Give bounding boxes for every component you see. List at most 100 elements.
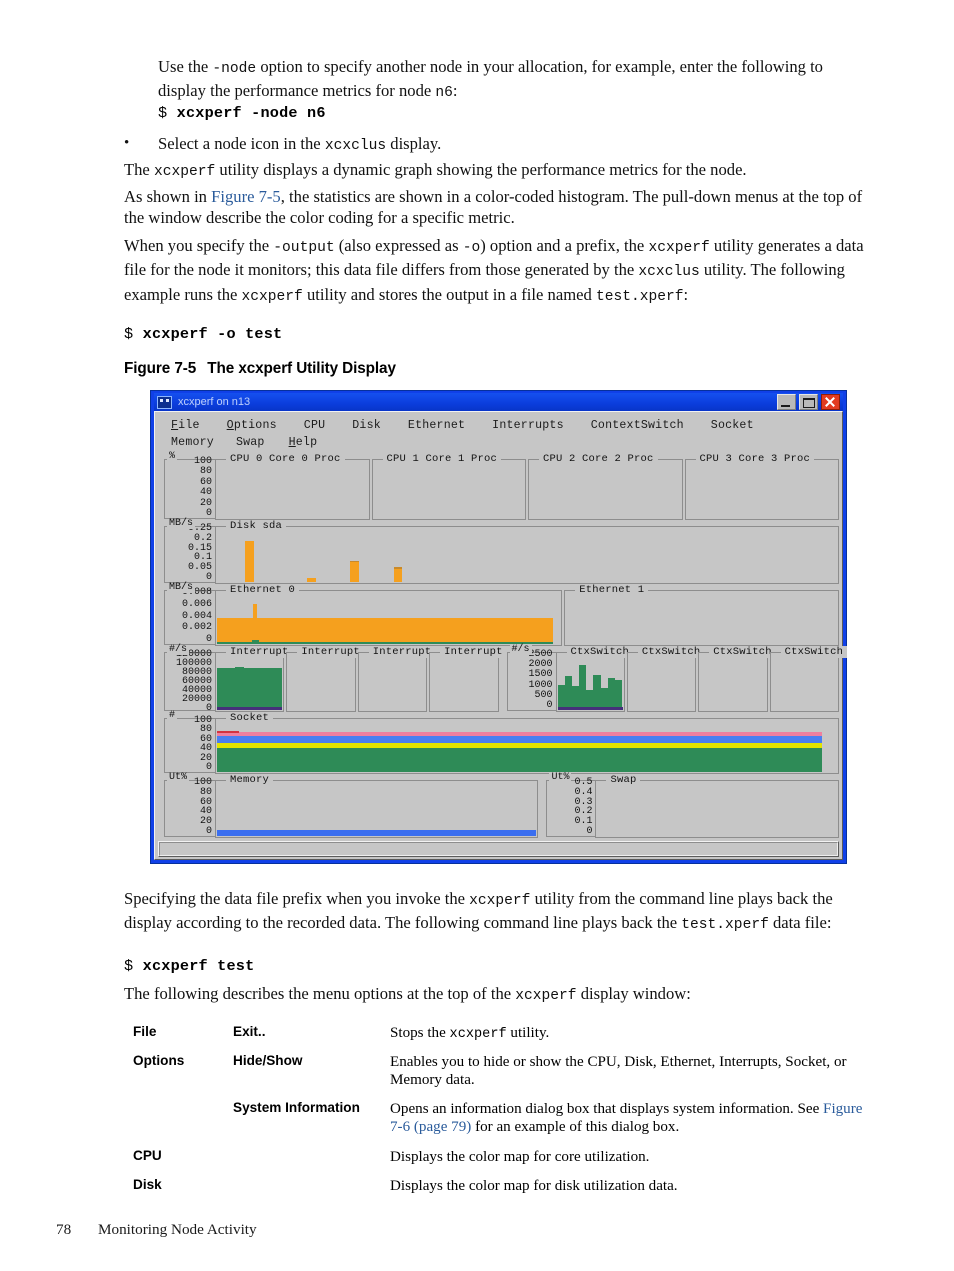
interrupt-2-title: Interrupt bbox=[368, 646, 436, 658]
menu-item-contextswitch[interactable]: ContextSwitch bbox=[591, 419, 684, 432]
cpu-core-1-panel: CPU 1 Core 1 Proc bbox=[371, 453, 526, 520]
window-client-area: File Options CPU Disk Ethernet Interrupt… bbox=[154, 411, 848, 860]
text-fragment: utility displays a dynamic graph showing… bbox=[215, 160, 747, 179]
text-fragment: : bbox=[683, 284, 689, 304]
socket-plot bbox=[217, 725, 837, 772]
ethernet-axis-label: MB/s bbox=[167, 582, 196, 593]
text-fragment: utility. bbox=[506, 1025, 550, 1041]
memory-plot bbox=[217, 787, 537, 836]
socket-axis-ticks: 100 80 60 40 20 0 bbox=[193, 715, 212, 773]
memory-axis-ticks: 100 80 60 40 20 0 bbox=[193, 777, 212, 837]
figure-cross-reference-link[interactable]: Figure 7-5 bbox=[211, 187, 281, 206]
command-text: xcxperf test bbox=[142, 957, 255, 975]
shell-prompt: $ bbox=[124, 957, 134, 975]
paragraph-node-option: Use the -node option to specify another … bbox=[158, 56, 858, 105]
text-fragment: Specifying the data file prefix when you… bbox=[124, 889, 470, 908]
menu-item-disk[interactable]: Disk bbox=[352, 419, 381, 432]
status-bar bbox=[158, 841, 839, 857]
minimize-button[interactable] bbox=[777, 394, 796, 410]
text-fragment: display. bbox=[386, 134, 442, 153]
maximize-button[interactable] bbox=[799, 394, 818, 410]
menu-item-ethernet[interactable]: Ethernet bbox=[408, 419, 465, 432]
paragraph-histogram: As shown in Figure 7-5, the statistics a… bbox=[124, 186, 876, 229]
text-fragment: option to specify another node in your a… bbox=[158, 57, 823, 101]
disk-sda-panel: Disk sda bbox=[215, 520, 839, 584]
ethernet-1-panel: Ethernet 1 bbox=[564, 584, 839, 646]
contextswitch-panel-0: CtxSwitch bbox=[555, 646, 634, 712]
interrupts-axis: #/s 120000 100000 80000 60000 40000 20000 0 bbox=[158, 644, 215, 714]
window-controls bbox=[777, 394, 842, 410]
menu-item-memory[interactable]: Memory bbox=[171, 436, 214, 449]
paragraph-dynamic-graph: The xcxperf utility displays a dynamic g… bbox=[124, 159, 876, 183]
menu-item-file[interactable]: File bbox=[171, 419, 200, 432]
text-fragment: Select a node icon in the bbox=[158, 134, 325, 153]
ethernet-0-panel: Ethernet 0 bbox=[215, 584, 563, 646]
contextswitch-0-plot bbox=[557, 659, 623, 710]
memory-axis: Ut% 100 80 60 40 20 0 bbox=[158, 772, 215, 838]
contextswitch-0-title: CtxSwitch bbox=[566, 646, 634, 658]
inline-code: xcxclus bbox=[638, 264, 700, 281]
text-fragment: ) option and a prefix, the bbox=[480, 236, 649, 255]
description-cell: Opens an information dialog box that dis… bbox=[390, 1100, 878, 1137]
contextswitch-panel-3: CtxSwitch bbox=[769, 646, 848, 712]
figure-label: Figure bbox=[124, 360, 171, 377]
contextswitch-panel-2: CtxSwitch bbox=[698, 646, 776, 712]
menu-item-socket[interactable]: Socket bbox=[711, 419, 754, 432]
menu-row-1: File Options CPU Disk Ethernet Interrupt… bbox=[157, 417, 840, 434]
interrupt-0-plot bbox=[217, 659, 283, 710]
ethernet-axis-ticks: 0.008 0.006 0.004 0.002 0 bbox=[181, 587, 212, 645]
paragraph-menu-options-intro: The following describes the menu options… bbox=[124, 983, 876, 1007]
bullet-icon: • bbox=[124, 135, 130, 151]
cpu-core-2-panel: CPU 2 Core 2 Proc bbox=[528, 453, 683, 520]
cpu-core-3-panel: CPU 3 Core 3 Proc bbox=[684, 453, 839, 520]
contextswitch-panel-1: CtxSwitch bbox=[626, 646, 705, 712]
menu-item-cpu[interactable]: CPU bbox=[304, 419, 325, 432]
inline-code: xcxperf bbox=[469, 893, 531, 909]
menu-item-help[interactable]: Help bbox=[289, 436, 318, 449]
inline-code: n6 bbox=[435, 85, 453, 102]
document-page: Use the -node option to specify another … bbox=[0, 0, 954, 1271]
inline-code: -o bbox=[462, 240, 481, 256]
inline-code: xcxperf bbox=[153, 164, 216, 180]
interrupt-panel-3: Interrupt bbox=[429, 646, 507, 712]
cpu-core-1-title: CPU 1 Core 1 Proc bbox=[382, 453, 502, 465]
interrupts-axis-label: #/s bbox=[167, 644, 190, 655]
inline-code: xcxclus bbox=[324, 138, 387, 154]
text-fragment: The following describes the menu options… bbox=[124, 984, 516, 1003]
menu-item-interrupts[interactable]: Interrupts bbox=[492, 419, 564, 432]
menu-item-cell: System Information bbox=[233, 1099, 360, 1115]
text-fragment: utility and stores the output in a file … bbox=[302, 284, 596, 304]
command-line-2: $ xcxperf -o test bbox=[124, 325, 876, 343]
swap-title: Swap bbox=[606, 774, 641, 786]
socket-panel: Socket bbox=[215, 712, 839, 774]
contextswitch-1-title: CtxSwitch bbox=[637, 646, 705, 658]
cpu-axis: % 100 80 60 40 20 0 bbox=[158, 451, 215, 520]
footer-section-title: Monitoring Node Activity bbox=[97, 1221, 257, 1238]
text-fragment: for an example of this dialog box. bbox=[471, 1119, 680, 1136]
contextswitch-2-title: CtxSwitch bbox=[709, 646, 776, 658]
inline-code: xcxperf bbox=[648, 240, 710, 256]
text-fragment: Stops the bbox=[390, 1025, 450, 1041]
interrupt-0-title: Interrupt bbox=[226, 646, 293, 658]
socket-title: Socket bbox=[226, 712, 274, 724]
bullet-text: Select a node icon in the xcxclus displa… bbox=[158, 133, 441, 157]
menu-item-options[interactable]: Options bbox=[227, 419, 277, 432]
contextswitch-3-title: CtxSwitch bbox=[780, 646, 848, 658]
cpu-core-2-title: CPU 2 Core 2 Proc bbox=[539, 453, 658, 465]
memory-axis-label: Ut% bbox=[167, 772, 190, 783]
window-title-bar[interactable]: xcxperf on n13 bbox=[154, 393, 843, 411]
inline-code: test.xperf bbox=[595, 288, 684, 305]
cpu-axis-label: % bbox=[167, 451, 178, 462]
close-button[interactable] bbox=[821, 394, 840, 410]
inline-code: test.xperf bbox=[681, 917, 769, 934]
menu-name-cell bbox=[133, 1100, 233, 1137]
cpu-panel-row: % 100 80 60 40 20 0 CPU 0 Core 0 Proc CPU 1 C… bbox=[158, 451, 839, 520]
disk-sda-title: Disk sda bbox=[226, 520, 287, 532]
description-cell: Enables you to hide or show the CPU, Dis… bbox=[390, 1053, 847, 1089]
text-fragment: Opens an information dialog box that dis… bbox=[390, 1100, 824, 1117]
paragraph-playback: Specifying the data file prefix when you… bbox=[124, 888, 876, 937]
application-icon bbox=[157, 395, 172, 409]
command-text: xcxperf -o test bbox=[142, 325, 283, 343]
menu-item-swap[interactable]: Swap bbox=[236, 436, 265, 449]
table-row: Disk Displays the color map for disk uti… bbox=[133, 1177, 878, 1196]
